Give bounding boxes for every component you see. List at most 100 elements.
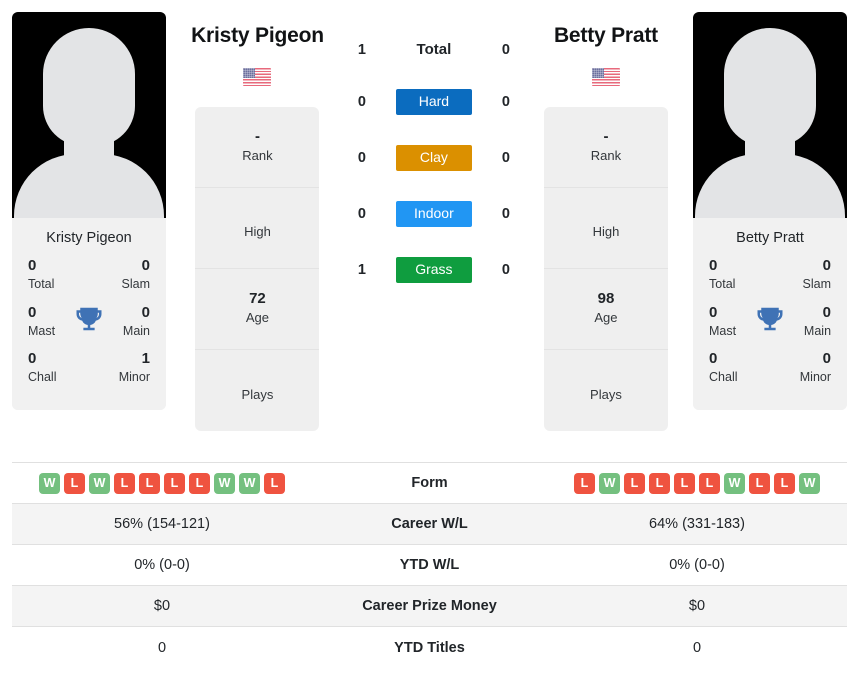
h2h-clay-left: 0 (357, 150, 366, 166)
titles-mast-label: Mast (28, 323, 56, 338)
titles-main-right: 0 Main (783, 303, 835, 340)
stat-label-career-prize-money: Career Prize Money (362, 598, 497, 614)
info-plays-label: Plays (241, 386, 274, 402)
form-badge-win[interactable]: W (599, 472, 620, 494)
player-name-right[interactable]: Betty Pratt (554, 24, 658, 48)
career-prize-money-left: $0 (153, 598, 171, 614)
h2h-row-grass: 1 Grass 0 (349, 242, 519, 298)
table-row: 0 YTD Titles 0 (12, 627, 847, 668)
table-row: WLWLLLLWWL Form LWLLLLWLLW (12, 463, 847, 504)
us-flag-icon (591, 68, 620, 86)
titles-chall-label: Chall (28, 370, 57, 385)
h2h-total-right: 0 (501, 42, 510, 58)
form-badge-win[interactable]: W (39, 472, 60, 494)
us-flag-icon (243, 68, 272, 86)
titles-minor-value: 1 (141, 350, 150, 367)
h2h-label-grass[interactable]: Grass (395, 257, 472, 283)
titles-mast-right: 0 Mast (705, 303, 757, 340)
player-name-left[interactable]: Kristy Pigeon (191, 24, 324, 48)
comparison-header: Kristy Pigeon 0 Total 0 Slam 0 Mast 0 Ma… (0, 0, 859, 462)
form-badge-win[interactable]: W (239, 472, 260, 494)
info-row-rank-right: - Rank (543, 107, 668, 188)
h2h-clay-right: 0 (501, 150, 510, 166)
h2h-hard-right: 0 (501, 94, 510, 110)
player-info-column-left: Kristy Pigeon - Rank High 72 Age Plays (166, 8, 349, 431)
titles-total-right: 0 Total (705, 256, 757, 293)
form-badge-loss[interactable]: L (699, 472, 720, 494)
form-cell-left: WLWLLLLWWL (12, 472, 312, 494)
table-row: $0 Career Prize Money $0 (12, 586, 847, 627)
titles-mast-left: 0 Mast (24, 303, 76, 340)
titles-chall-value: 0 (28, 350, 37, 367)
form-badge-loss[interactable]: L (264, 472, 285, 494)
form-badge-loss[interactable]: L (774, 472, 795, 494)
form-badge-loss[interactable]: L (189, 472, 210, 494)
form-badge-loss[interactable]: L (749, 472, 770, 494)
h2h-indoor-right: 0 (501, 206, 510, 222)
titles-slam-left: 0 Slam (102, 256, 154, 293)
stat-label-form: Form (411, 475, 448, 491)
trophy-icon (757, 307, 783, 331)
info-row-plays-left: Plays (195, 350, 319, 431)
form-cell-right: LWLLLLWLLW (547, 472, 847, 494)
form-badge-win[interactable]: W (799, 472, 820, 494)
info-high-label: High (244, 224, 271, 240)
titles-minor-label: Minor (118, 370, 150, 385)
avatar-shoulders (695, 154, 846, 218)
info-row-age-right: 98 Age (543, 269, 668, 350)
form-badges-left: WLWLLLLWWL (12, 472, 312, 494)
titles-grid-left: 0 Total 0 Slam 0 Mast 0 Main 0 Chall 1 M… (12, 256, 166, 410)
info-age-value: 98 (597, 290, 615, 308)
avatar-placeholder-icon (43, 28, 135, 146)
h2h-label-total: Total (416, 40, 452, 58)
player-photo-card-left[interactable]: Kristy Pigeon 0 Total 0 Slam 0 Mast 0 Ma… (12, 12, 166, 410)
titles-main-label: Main (803, 323, 832, 338)
photo-caption-right: Betty Pratt (693, 218, 848, 256)
h2h-indoor-left: 0 (357, 206, 366, 222)
stat-label-ytd-titles: YTD Titles (394, 639, 465, 656)
info-age-label: Age (594, 310, 618, 326)
form-badge-win[interactable]: W (724, 472, 745, 494)
titles-main-left: 0 Main (102, 303, 154, 340)
avatar-shoulders (14, 154, 164, 218)
h2h-label-hard[interactable]: Hard (395, 89, 472, 115)
h2h-row-hard: 0 Hard 0 (349, 74, 519, 130)
form-badge-loss[interactable]: L (114, 472, 135, 494)
h2h-row-clay: 0 Clay 0 (349, 130, 519, 186)
titles-total-left: 0 Total (24, 256, 76, 293)
titles-row-3: 0 Chall 0 Minor (699, 349, 841, 386)
form-badge-win[interactable]: W (89, 472, 110, 494)
h2h-label-clay[interactable]: Clay (395, 145, 472, 171)
form-badge-loss[interactable]: L (64, 472, 85, 494)
h2h-hard-left: 0 (357, 94, 366, 110)
titles-slam-right: 0 Slam (783, 256, 835, 293)
titles-slam-value: 0 (822, 257, 832, 274)
titles-total-label: Total (28, 277, 55, 292)
info-row-high-right: High (543, 188, 668, 269)
h2h-grass-left: 1 (357, 262, 366, 278)
stats-comparison-table: WLWLLLLWWL Form LWLLLLWLLW 56% (154-121)… (12, 462, 847, 668)
ytd-wl-left: 0% (0-0) (134, 557, 190, 573)
form-badge-loss[interactable]: L (164, 472, 185, 494)
titles-slam-label: Slam (802, 277, 832, 292)
titles-total-value: 0 (28, 257, 37, 274)
info-rank-value: - (254, 128, 260, 146)
photo-caption-left: Kristy Pigeon (12, 218, 166, 256)
form-badge-loss[interactable]: L (574, 472, 595, 494)
player-photo-card-right[interactable]: Betty Pratt 0 Total 0 Slam 0 Mast 0 Main… (693, 12, 848, 410)
form-badge-loss[interactable]: L (139, 472, 160, 494)
titles-chall-value: 0 (709, 350, 718, 367)
info-card-left: - Rank High 72 Age Plays (195, 107, 320, 431)
ytd-wl-right: 0% (0-0) (669, 557, 725, 573)
form-badge-loss[interactable]: L (624, 472, 645, 494)
h2h-label-indoor[interactable]: Indoor (395, 201, 472, 227)
player-info-column-right: Betty Pratt - Rank High 98 Age Plays (519, 8, 693, 431)
titles-minor-left: 1 Minor (102, 349, 154, 386)
table-row: 56% (154-121) Career W/L 64% (331-183) (12, 504, 847, 545)
form-badge-loss[interactable]: L (674, 472, 695, 494)
form-badge-win[interactable]: W (214, 472, 235, 494)
form-badge-loss[interactable]: L (649, 472, 670, 494)
ytd-titles-right: 0 (692, 639, 702, 656)
info-rank-label: Rank (242, 148, 273, 164)
info-row-plays-right: Plays (544, 350, 668, 431)
